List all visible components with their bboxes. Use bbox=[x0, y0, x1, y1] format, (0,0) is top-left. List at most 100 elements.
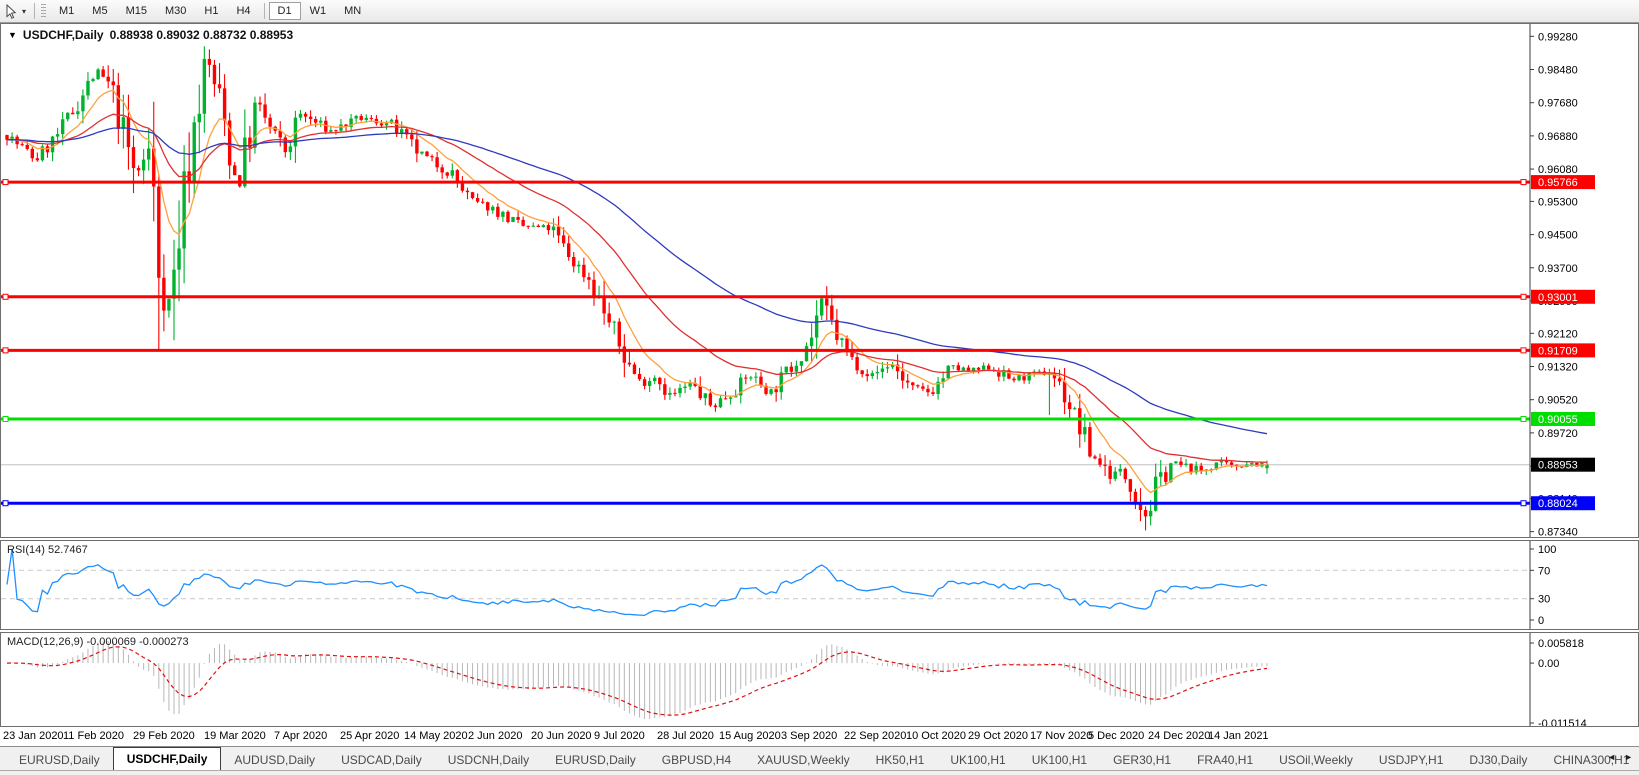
rsi-label: RSI(14) 52.7467 bbox=[7, 544, 88, 556]
tabs-scroll-left-icon[interactable]: ◄ bbox=[1607, 752, 1616, 762]
chart-tab-ger30-h1[interactable]: GER30,H1 bbox=[1100, 750, 1184, 770]
chart-tab-eurusd-daily[interactable]: EURUSD,Daily bbox=[6, 750, 113, 770]
chart-tab-usdjpy-h1[interactable]: USDJPY,H1 bbox=[1366, 750, 1456, 770]
chart-tab-hk50-h1[interactable]: HK50,H1 bbox=[863, 750, 938, 770]
rsi-svg: 100 70 30 0 bbox=[1, 541, 1556, 629]
main-chart-svg[interactable]: 0.99280 0.98480 0.97680 0.96880 0.96080 0.953… bbox=[1, 24, 1638, 537]
timeframe-button-h1[interactable]: H1 bbox=[195, 2, 227, 20]
chart-tab-usdcad-daily[interactable]: USDCAD,Daily bbox=[328, 750, 435, 770]
level-line-0.93001[interactable] bbox=[1, 293, 1530, 300]
level-line-0.88024[interactable] bbox=[1, 500, 1530, 507]
chart-symbol-label: USDCHF,Daily bbox=[22, 28, 104, 42]
main-chart-panel[interactable]: 0.99280 0.98480 0.97680 0.96880 0.96080 0.953… bbox=[0, 23, 1639, 538]
timeframe-button-w1[interactable]: W1 bbox=[301, 2, 336, 20]
timeframe-buttons: M1 M5 M15 M30 H1 H4 D1 W1 MN bbox=[50, 0, 370, 22]
chart-tab-xauusd-weekly[interactable]: XAUUSD,Weekly bbox=[744, 750, 862, 770]
date-label: 7 Apr 2020 bbox=[274, 730, 328, 742]
chart-tool-button[interactable]: ▾ bbox=[0, 0, 30, 22]
date-label: 17 Nov 2020 bbox=[1030, 730, 1093, 742]
svg-text:0.96080: 0.96080 bbox=[1538, 164, 1578, 176]
svg-text:0.93001: 0.93001 bbox=[1538, 292, 1578, 304]
toolbar-separator bbox=[34, 3, 36, 19]
chart-ohlc-values: 0.88938 0.89032 0.88732 0.88953 bbox=[109, 28, 294, 42]
svg-text:0.92120: 0.92120 bbox=[1538, 328, 1578, 340]
svg-text:0.93700: 0.93700 bbox=[1538, 263, 1578, 275]
macd-tick: 0.005818 bbox=[1538, 638, 1584, 650]
level-line-0.95766[interactable] bbox=[1, 179, 1530, 186]
date-label: 5 Dec 2020 bbox=[1088, 730, 1145, 742]
rsi-tick-70: 70 bbox=[1538, 565, 1550, 577]
date-label: 9 Jul 2020 bbox=[594, 730, 645, 742]
timeframe-toolbar: ▾ M1 M5 M15 M30 H1 H4 D1 W1 MN bbox=[0, 0, 1639, 23]
rsi-tick-100: 100 bbox=[1538, 544, 1556, 556]
svg-text:0.99280: 0.99280 bbox=[1538, 31, 1578, 43]
toolbar-grip bbox=[41, 4, 47, 18]
level-price-badge-0.88024: 0.88024 bbox=[1531, 496, 1595, 511]
chart-tab-audusd-daily[interactable]: AUDUSD,Daily bbox=[221, 750, 328, 770]
chart-tab-usdcnh-daily[interactable]: USDCNH,Daily bbox=[435, 750, 542, 770]
chart-tabbar: EURUSD,Daily USDCHF,Daily AUDUSD,Daily USDC… bbox=[0, 746, 1639, 775]
svg-text:0.97680: 0.97680 bbox=[1538, 98, 1578, 110]
ma-fast-line bbox=[6, 89, 1267, 494]
chart-tab-eurusd-daily[interactable]: EURUSD,Daily bbox=[542, 750, 649, 770]
mt4-window: ▾ M1 M5 M15 M30 H1 H4 D1 W1 MN 0.99280 0.98480 0.9… bbox=[0, 0, 1639, 775]
date-label: 23 Jan 2020 bbox=[3, 730, 64, 742]
svg-text:0.96880: 0.96880 bbox=[1538, 131, 1578, 143]
rsi-panel: 100 70 30 0 RSI(14) 52.7467 bbox=[0, 540, 1639, 630]
ma-medium-line bbox=[6, 113, 1268, 463]
macd-tick: -0.011514 bbox=[1538, 718, 1587, 726]
date-label: 22 Sep 2020 bbox=[844, 730, 907, 742]
macd-signal-line bbox=[6, 646, 1268, 716]
chart-tab-usdchf-daily[interactable]: USDCHF,Daily bbox=[112, 747, 222, 770]
svg-text:0.98480: 0.98480 bbox=[1538, 65, 1578, 77]
date-label: 14 May 2020 bbox=[404, 730, 468, 742]
rsi-line bbox=[6, 548, 1268, 617]
level-line-0.91709[interactable] bbox=[1, 347, 1530, 354]
timeframe-button-h4[interactable]: H4 bbox=[227, 2, 259, 20]
svg-text:0.95766: 0.95766 bbox=[1538, 177, 1578, 189]
macd-tick: 0.00 bbox=[1538, 658, 1559, 670]
level-price-badge-0.95766: 0.95766 bbox=[1531, 175, 1595, 190]
level-line-0.90055[interactable] bbox=[1, 415, 1530, 422]
chart-tab-gbpusd-h4[interactable]: GBPUSD,H4 bbox=[649, 750, 744, 770]
date-label: 3 Sep 2020 bbox=[781, 730, 838, 742]
macd-panel: 0.005818 0.00 -0.011514 MACD(12,26,9) -0.0… bbox=[0, 632, 1639, 727]
chart-tab-dj30-daily[interactable]: DJ30,Daily bbox=[1456, 750, 1540, 770]
chart-cursor-icon bbox=[6, 3, 17, 19]
level-price-badge-0.93001: 0.93001 bbox=[1531, 289, 1595, 304]
timeframe-button-m1[interactable]: M1 bbox=[50, 2, 83, 20]
timeframe-button-d1[interactable]: D1 bbox=[268, 2, 301, 20]
date-label: 15 Aug 2020 bbox=[719, 730, 781, 742]
candles-layer bbox=[5, 46, 1269, 531]
chart-tab-usoil-weekly[interactable]: USOil,Weekly bbox=[1266, 750, 1366, 770]
date-label: 28 Jul 2020 bbox=[657, 730, 714, 742]
timeframe-button-m5[interactable]: M5 bbox=[83, 2, 116, 20]
svg-text:0.91709: 0.91709 bbox=[1538, 345, 1578, 357]
svg-text:0.94500: 0.94500 bbox=[1538, 230, 1578, 242]
date-label: 10 Oct 2020 bbox=[906, 730, 966, 742]
svg-text:0.88024: 0.88024 bbox=[1538, 498, 1578, 510]
date-label: 25 Apr 2020 bbox=[340, 730, 400, 742]
svg-text:0.95300: 0.95300 bbox=[1538, 196, 1578, 208]
date-label: 19 Mar 2020 bbox=[204, 730, 266, 742]
level-price-badge-0.91709: 0.91709 bbox=[1531, 343, 1595, 358]
tabs-scroll-right-icon[interactable]: ► bbox=[1624, 752, 1633, 762]
toolbar-separator bbox=[263, 3, 265, 19]
chart-tab-uk100-h1[interactable]: UK100,H1 bbox=[1019, 750, 1100, 770]
chart-tab-uk100-h1[interactable]: UK100,H1 bbox=[937, 750, 1018, 770]
svg-text:0.89720: 0.89720 bbox=[1538, 428, 1578, 440]
macd-label: MACD(12,26,9) -0.000069 -0.000273 bbox=[7, 636, 189, 648]
svg-text:0.90055: 0.90055 bbox=[1538, 414, 1578, 426]
chart-tab-fra40-h1[interactable]: FRA40,H1 bbox=[1184, 750, 1266, 770]
current-price-badge: 0.88953 bbox=[1531, 457, 1595, 472]
timeframe-button-m30[interactable]: M30 bbox=[156, 2, 195, 20]
chart-collapse-icon[interactable]: ▼ bbox=[8, 30, 17, 40]
ma-slow-line bbox=[6, 127, 1268, 435]
level-price-badge-0.90055: 0.90055 bbox=[1531, 411, 1595, 426]
timeframe-button-mn[interactable]: MN bbox=[335, 2, 370, 20]
chevron-down-icon[interactable]: ▾ bbox=[22, 7, 26, 16]
timeframe-button-m15[interactable]: M15 bbox=[117, 2, 156, 20]
date-label: 24 Dec 2020 bbox=[1148, 730, 1211, 742]
macd-svg: 0.005818 0.00 -0.011514 bbox=[6, 633, 1587, 726]
svg-text:0.91320: 0.91320 bbox=[1538, 362, 1578, 374]
